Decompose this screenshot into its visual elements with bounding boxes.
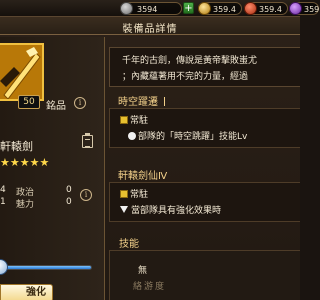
- gold-resource: 359.4萬: [198, 2, 242, 27]
- footer-tab[interactable]: 絡游度: [133, 279, 166, 292]
- stat-value-charm: 0: [66, 197, 72, 207]
- star-rating: ★★★★★: [0, 156, 50, 169]
- progress-bar: [0, 265, 92, 270]
- silver-value: 3594: [137, 5, 158, 14]
- strengthen-button[interactable]: 強化: [0, 284, 53, 300]
- purple-resource: 359.4: [289, 2, 320, 15]
- item-name: 軒轅劍: [0, 140, 33, 153]
- silver-resource: 3594: [120, 2, 182, 15]
- item-level-badge: 50: [18, 95, 40, 109]
- sword-icon: [0, 45, 42, 99]
- description-box: 千年的古劍，傳說是黃帝擊敗蚩尤 ；內藏蘊著用不完的力量，經過: [109, 47, 300, 87]
- passive-tag: 常駐: [120, 187, 148, 200]
- purple-gem-icon: [289, 2, 302, 15]
- gold-coin-icon: [198, 2, 211, 15]
- yellow-square-icon: [120, 190, 128, 198]
- stat-value-politics: 0: [66, 185, 72, 195]
- tag-label: 常駐: [130, 116, 149, 126]
- skill-value: 無: [138, 266, 148, 276]
- dialog-title: 裝備品詳情: [122, 24, 178, 35]
- equipment-detail-dialog: 裝備品詳情 50 銘品 i 軒轅劍 ★★★★★ 4 政治 0 1 魅力 0 i …: [0, 17, 300, 300]
- purple-value: 359.4: [304, 5, 320, 14]
- add-silver-button[interactable]: +: [183, 2, 194, 14]
- clipboard-icon[interactable]: [82, 133, 93, 148]
- stat-value-left: 4: [0, 185, 6, 195]
- triangle-icon: [120, 206, 128, 213]
- description-line: 千年的古劍，傳說是黃帝擊敗蚩尤: [122, 56, 258, 66]
- silver-coin-icon: [120, 2, 133, 15]
- section-title-time-leap: 時空躍遷: [118, 93, 165, 108]
- resource-bar: 3594 + 359.4萬 359.4萬 359.4: [0, 0, 320, 27]
- red-gem-icon: [244, 2, 257, 15]
- section-box-xuanyuan: 常駐 當部隊具有強化效果時: [109, 182, 300, 222]
- progress-knob[interactable]: [0, 259, 8, 275]
- section-title-xuanyuan: 軒轅劍仙Ⅳ: [118, 167, 167, 182]
- progress-fill: [1, 266, 91, 269]
- gem-resource: 359.4萬: [244, 2, 288, 27]
- effect-line: 部隊的「時空跳躍」技能Lv: [128, 129, 247, 142]
- item-rarity: 銘品: [46, 101, 66, 112]
- section-box-time-leap: 常駐 部隊的「時空跳躍」技能Lv: [109, 108, 300, 148]
- effect-text: 部隊的「時空跳躍」技能Lv: [138, 132, 248, 142]
- bullet-icon: [128, 132, 136, 140]
- passive-tag: 常駐: [120, 113, 148, 126]
- dialog-titlebar: 裝備品詳情: [0, 17, 300, 35]
- section-title-skill: 技能: [119, 235, 139, 250]
- stat-label-charm: 魅力: [16, 200, 35, 210]
- stats-info-icon[interactable]: i: [80, 189, 92, 201]
- section-title-text: 軒轅劍仙Ⅳ: [118, 171, 168, 182]
- effect-text: 當部隊具有強化效果時: [131, 206, 222, 216]
- section-title-text: 技能: [119, 239, 139, 250]
- info-icon[interactable]: i: [74, 97, 86, 109]
- item-panel: 50 銘品 i 軒轅劍 ★★★★★ 4 政治 0 1 魅力 0 i 強化: [0, 37, 105, 300]
- tag-label: 常駐: [130, 190, 149, 200]
- effect-line: 當部隊具有強化效果時: [120, 203, 221, 216]
- description-line: ；內藏蘊著用不完的力量，經過: [122, 72, 249, 82]
- section-title-text: 時空躍遷: [118, 97, 158, 108]
- item-portrait[interactable]: [0, 43, 44, 101]
- section-bar: [164, 97, 165, 106]
- yellow-square-icon: [120, 116, 128, 124]
- stat-value-left: 1: [0, 197, 6, 207]
- description-panel: 千年的古劍，傳說是黃帝擊敗蚩尤 ；內藏蘊著用不完的力量，經過 時空躍遷 常駐 部…: [105, 37, 300, 300]
